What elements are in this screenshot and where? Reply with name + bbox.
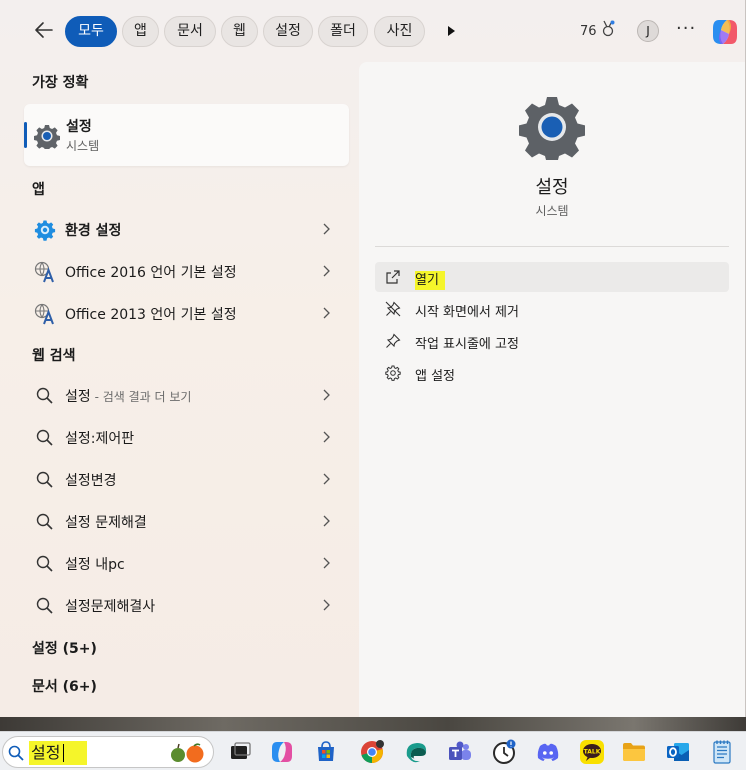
documents-section-heading[interactable]: 문서 (6+) <box>32 676 97 696</box>
web-search-label: 설정 문제해결 <box>65 515 147 531</box>
action-label: 작업 표시줄에 고정 <box>415 337 519 352</box>
back-arrow-icon[interactable] <box>30 16 58 44</box>
taskbar-search-box[interactable]: 설정 <box>2 736 214 768</box>
unpin-from-start-action[interactable]: 시작 화면에서 제거 <box>375 294 729 324</box>
settings-gear-icon <box>34 125 60 149</box>
filter-chip-settings[interactable]: 설정 <box>263 16 313 47</box>
settings-section-heading[interactable]: 설정 (5+) <box>32 638 97 658</box>
chevron-right-icon[interactable] <box>321 389 331 401</box>
open-external-icon <box>386 270 400 284</box>
filter-chip-photos[interactable]: 사진 <box>374 16 425 47</box>
web-search-item[interactable]: 설정변경 <box>24 460 349 498</box>
chevron-right-icon[interactable] <box>321 599 331 611</box>
web-search-label: 설정문제해결사 <box>65 599 156 615</box>
start-search-panel: 모두 앱 문서 웹 설정 폴더 사진 76 J ··· 가장 정확 설정 시스템… <box>0 0 746 717</box>
filter-chip-folders[interactable]: 폴더 <box>318 16 368 47</box>
chevron-right-icon[interactable] <box>321 431 331 443</box>
web-search-item[interactable]: 설정 내pc <box>24 544 349 582</box>
rewards-points[interactable]: 76 <box>580 24 597 39</box>
pin-to-taskbar-action[interactable]: 작업 표시줄에 고정 <box>375 326 729 356</box>
filter-chip-documents[interactable]: 문서 <box>164 16 216 47</box>
taskbar: 설정 TALK <box>0 731 746 770</box>
filter-chip-apps[interactable]: 앱 <box>122 16 159 47</box>
search-icon <box>36 471 53 488</box>
web-search-item[interactable]: 설정 문제해결 <box>24 502 349 540</box>
web-search-item[interactable]: 설정 - 검색 결과 더 보기 <box>24 376 349 414</box>
desktop-wallpaper <box>0 717 746 731</box>
chevron-right-icon[interactable] <box>321 265 331 277</box>
preview-app-subtitle: 시스템 <box>535 204 569 218</box>
edge-dev-icon[interactable] <box>402 738 430 766</box>
app-item-office-2013-language[interactable]: Office 2013 언어 기본 설정 <box>24 294 349 332</box>
notepad-icon[interactable] <box>708 738 736 766</box>
task-view-icon[interactable] <box>226 738 254 766</box>
apps-heading: 앱 <box>32 182 45 198</box>
more-filters-play-icon[interactable] <box>443 22 459 40</box>
copilot-icon[interactable] <box>268 738 296 766</box>
teams-icon[interactable] <box>446 738 474 766</box>
preview-pane: 설정 시스템 열기 시작 화면에서 제거 작업 표시줄에 고정 앱 설정 <box>359 62 745 717</box>
app-item-office-2016-language[interactable]: Office 2016 언어 기본 설정 <box>24 252 349 290</box>
divider <box>375 246 729 247</box>
microsoft-store-icon[interactable] <box>312 738 340 766</box>
open-action[interactable]: 열기 <box>375 262 729 292</box>
search-filter-bar: 모두 앱 문서 웹 설정 폴더 사진 76 J ··· <box>0 0 746 62</box>
app-item-environment-settings[interactable]: 환경 설정 <box>24 210 349 248</box>
search-icon <box>36 387 53 404</box>
action-label: 앱 설정 <box>415 369 456 384</box>
selection-accent <box>24 122 27 148</box>
settings-gear-icon <box>519 97 585 160</box>
app-item-label: Office 2013 언어 기본 설정 <box>65 307 237 323</box>
search-icon <box>36 555 53 572</box>
gear-icon <box>385 365 401 381</box>
chevron-right-icon[interactable] <box>321 515 331 527</box>
web-search-label: 설정변경 <box>65 473 117 489</box>
outlook-icon[interactable] <box>664 738 692 766</box>
search-icon <box>8 745 24 761</box>
kakaotalk-icon[interactable]: TALK <box>578 738 606 766</box>
file-explorer-icon[interactable] <box>620 738 648 766</box>
preview-app-name: 설정 <box>535 177 569 198</box>
unpin-icon <box>385 301 401 317</box>
chevron-right-icon[interactable] <box>321 223 331 235</box>
search-query-text[interactable]: 설정 <box>29 741 87 765</box>
action-label: 시작 화면에서 제거 <box>415 305 519 320</box>
copilot-icon[interactable] <box>709 16 741 48</box>
web-search-item[interactable]: 설정문제해결사 <box>24 586 349 624</box>
search-icon <box>36 597 53 614</box>
best-match-subtitle: 시스템 <box>66 139 100 153</box>
rewards-medal-icon[interactable] <box>600 19 616 39</box>
filter-chip-all[interactable]: 모두 <box>65 16 117 47</box>
web-search-label: 설정 내pc <box>65 557 125 573</box>
discord-icon[interactable] <box>534 738 562 766</box>
alarm-clock-icon[interactable] <box>490 738 518 766</box>
settings-gear-icon <box>34 220 56 241</box>
filter-chip-web[interactable]: 웹 <box>221 16 258 47</box>
svg-text:TALK: TALK <box>584 749 601 756</box>
more-options-icon[interactable]: ··· <box>676 18 696 39</box>
chevron-right-icon[interactable] <box>321 473 331 485</box>
pin-icon <box>386 333 401 348</box>
action-label: 열기 <box>415 269 445 290</box>
app-settings-action[interactable]: 앱 설정 <box>375 358 729 388</box>
search-icon <box>36 429 53 446</box>
chevron-right-icon[interactable] <box>321 557 331 569</box>
web-search-heading: 웹 검색 <box>32 348 76 364</box>
web-search-item[interactable]: 설정:제어판 <box>24 418 349 456</box>
user-avatar[interactable]: J <box>637 20 659 42</box>
search-icon <box>36 513 53 530</box>
web-search-label: 설정 - 검색 결과 더 보기 <box>65 389 192 405</box>
web-search-label: 설정:제어판 <box>65 431 135 447</box>
best-match-item[interactable]: 설정 시스템 <box>24 104 349 166</box>
best-match-name: 설정 <box>66 119 92 135</box>
chrome-icon[interactable] <box>358 738 386 766</box>
text-caret <box>63 744 64 762</box>
office-language-icon <box>34 303 54 325</box>
office-language-icon <box>34 261 54 283</box>
search-highlight-fruit-icon <box>171 743 204 763</box>
app-item-label: 환경 설정 <box>65 223 122 239</box>
best-match-heading: 가장 정확 <box>32 75 89 91</box>
chevron-right-icon[interactable] <box>321 307 331 319</box>
app-item-label: Office 2016 언어 기본 설정 <box>65 265 237 281</box>
